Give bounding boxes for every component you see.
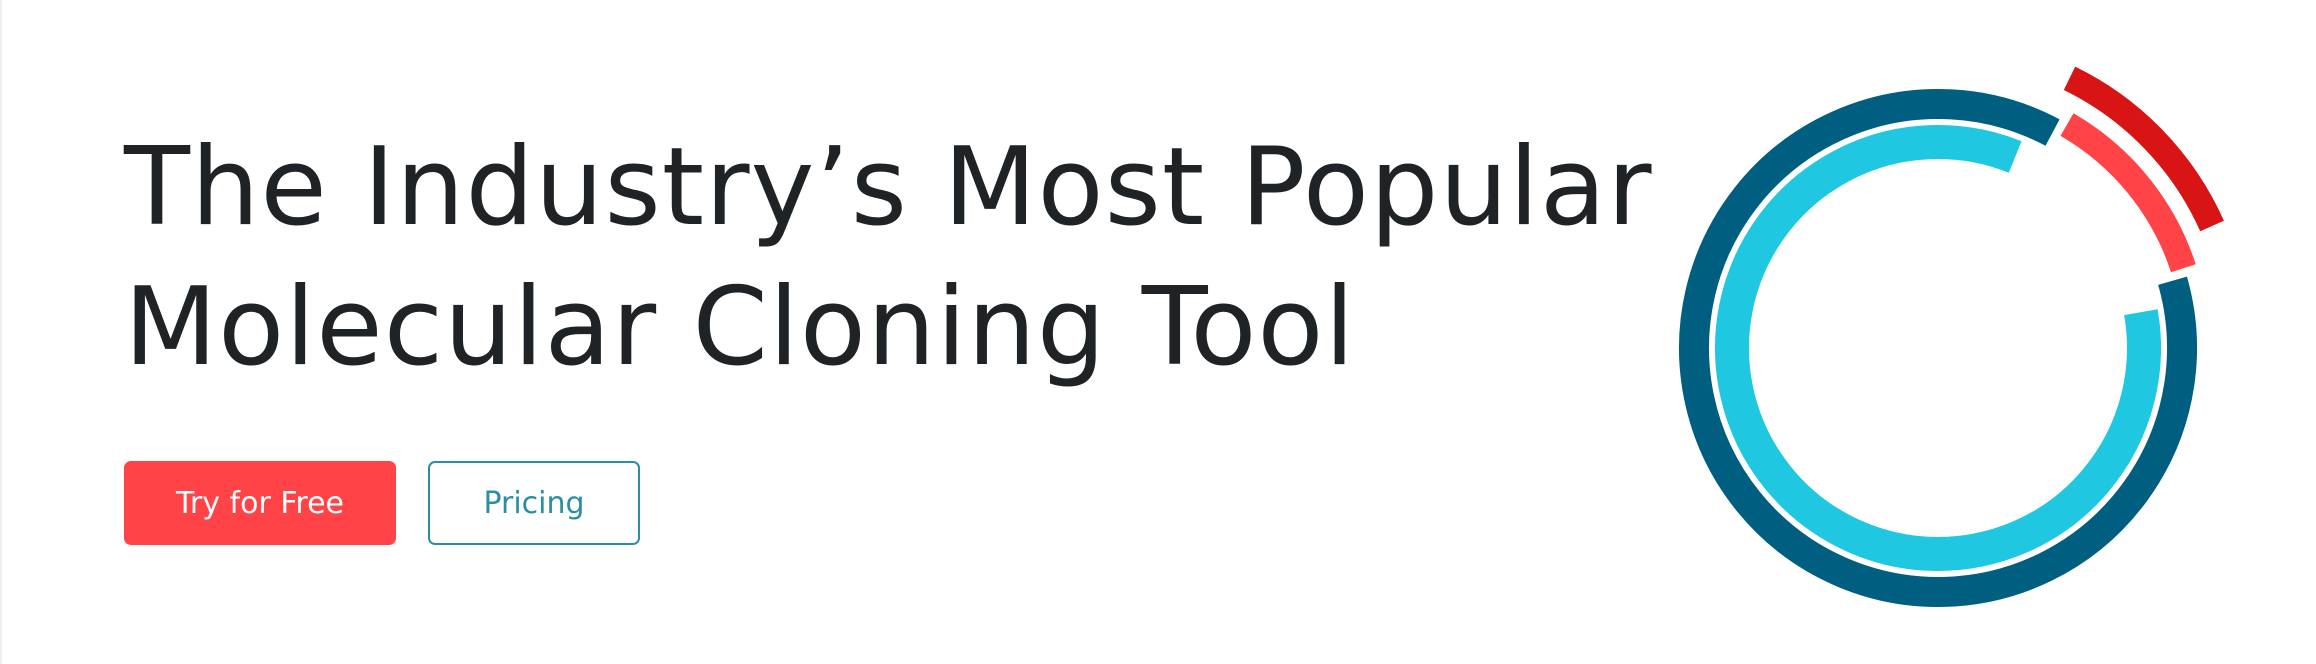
pricing-button[interactable]: Pricing [428,461,640,545]
headline-line-2: Molecular Cloning Tool [124,265,1356,390]
hero-headline: The Industry’s Most Popular Molecular Cl… [124,118,1684,398]
plasmid-ring-logo-icon [1679,66,2224,607]
outer-dark-ring [1679,89,2197,607]
headline-line-1: The Industry’s Most Popular [124,125,1653,250]
hero-section: The Industry’s Most Popular Molecular Cl… [0,0,2316,664]
inner-light-ring [1715,125,2161,571]
try-for-free-button[interactable]: Try for Free [124,461,396,545]
